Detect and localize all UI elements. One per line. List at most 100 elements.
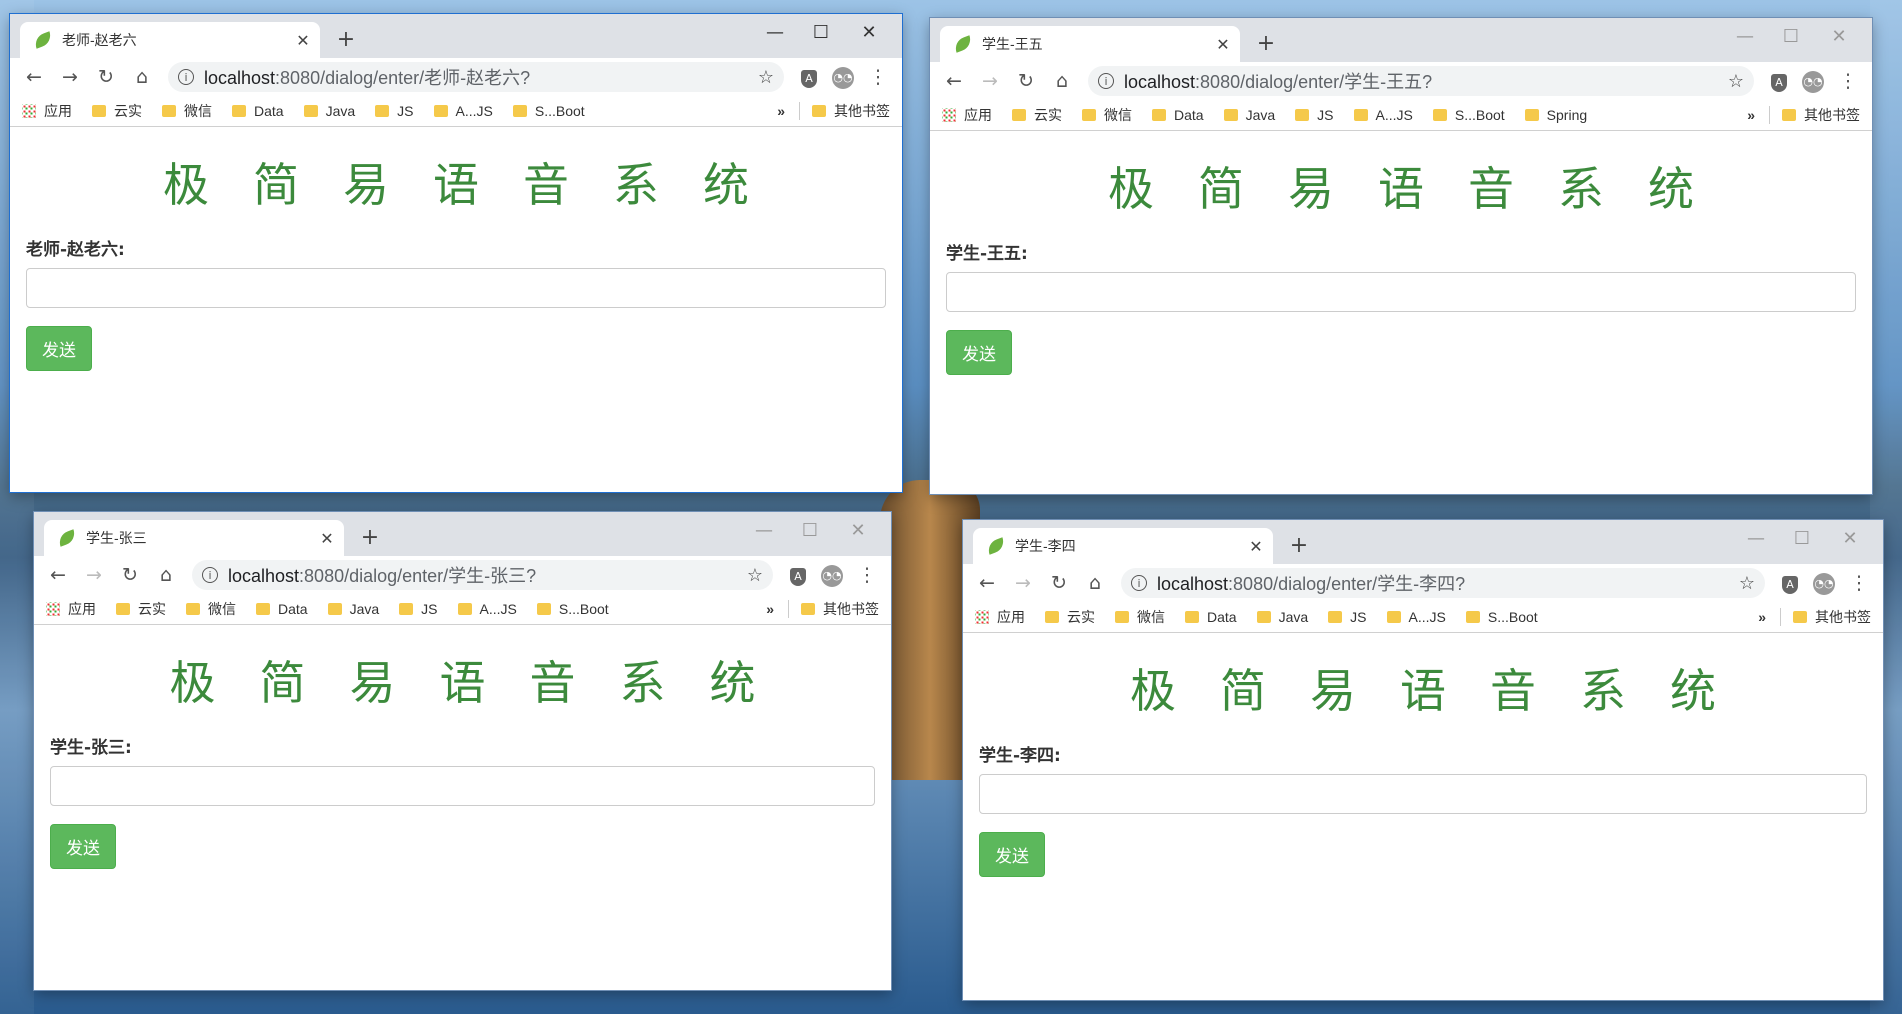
- bookmark-folder[interactable]: JS: [399, 599, 438, 619]
- bookmark-apps[interactable]: 应用: [975, 607, 1025, 627]
- close-window-button[interactable]: ✕: [835, 520, 881, 541]
- back-button[interactable]: ←: [969, 572, 1005, 594]
- message-input[interactable]: [979, 774, 1867, 814]
- bookmarks-more-icon[interactable]: »: [777, 103, 785, 119]
- reload-button[interactable]: ↻: [1041, 572, 1077, 594]
- bookmark-folder[interactable]: JS: [1328, 607, 1367, 627]
- bookmark-folder[interactable]: Data: [1152, 105, 1204, 125]
- address-bar[interactable]: i localhost:8080/dialog/enter/学生-王五? ☆: [1088, 66, 1754, 96]
- minimize-button[interactable]: —: [1733, 528, 1779, 549]
- menu-icon[interactable]: ⋮: [849, 564, 885, 586]
- forward-button[interactable]: →: [972, 70, 1008, 92]
- profile-avatar[interactable]: ◔◔: [1796, 70, 1830, 93]
- url-text[interactable]: localhost:8080/dialog/enter/学生-张三?: [228, 562, 747, 588]
- bookmark-folder[interactable]: S...Boot: [1432, 105, 1505, 125]
- bookmark-folder[interactable]: Java: [1223, 105, 1275, 125]
- bookmark-folder[interactable]: 微信: [186, 599, 236, 619]
- forward-button[interactable]: →: [76, 564, 112, 586]
- maximize-button[interactable]: ☐: [1768, 26, 1814, 47]
- reload-button[interactable]: ↻: [88, 66, 124, 88]
- bookmark-folder[interactable]: A...JS: [457, 599, 517, 619]
- new-tab-button[interactable]: +: [1285, 532, 1313, 560]
- close-window-button[interactable]: ✕: [1827, 528, 1873, 549]
- browser-tab[interactable]: 学生-李四 ✕: [973, 528, 1273, 564]
- bookmark-star-icon[interactable]: ☆: [747, 565, 763, 586]
- maximize-button[interactable]: ☐: [1779, 528, 1825, 549]
- maximize-button[interactable]: ☐: [798, 22, 844, 43]
- menu-icon[interactable]: ⋮: [1830, 70, 1866, 92]
- browser-tab[interactable]: 学生-张三 ✕: [44, 520, 344, 556]
- bookmark-apps[interactable]: 应用: [22, 101, 72, 121]
- bookmark-folder[interactable]: 云实: [1012, 105, 1062, 125]
- bookmark-apps[interactable]: 应用: [942, 105, 992, 125]
- back-button[interactable]: ←: [40, 564, 76, 586]
- new-tab-button[interactable]: +: [356, 524, 384, 552]
- browser-window-lisi[interactable]: 学生-李四 ✕ + — ☐ ✕ ← → ↻ ⌂ i localhost:8080…: [963, 520, 1883, 1000]
- close-window-button[interactable]: ✕: [846, 22, 892, 43]
- browser-window-wangwu[interactable]: 学生-王五 ✕ + — ☐ ✕ ← → ↻ ⌂ i localhost:8080…: [930, 18, 1872, 494]
- bookmark-other[interactable]: 其他书签: [812, 101, 890, 121]
- bookmark-folder[interactable]: JS: [375, 101, 414, 121]
- reload-button[interactable]: ↻: [112, 564, 148, 586]
- bookmark-folder[interactable]: Data: [232, 101, 284, 121]
- message-input[interactable]: [26, 268, 886, 308]
- new-tab-button[interactable]: +: [332, 26, 360, 54]
- minimize-button[interactable]: —: [752, 22, 798, 43]
- menu-icon[interactable]: ⋮: [1841, 572, 1877, 594]
- browser-tab[interactable]: 老师-赵老六 ✕: [20, 22, 320, 58]
- bookmarks-more-icon[interactable]: »: [766, 601, 774, 617]
- bookmark-folder[interactable]: 云实: [116, 599, 166, 619]
- address-bar[interactable]: i localhost:8080/dialog/enter/学生-李四? ☆: [1121, 568, 1765, 598]
- bookmark-folder[interactable]: 微信: [162, 101, 212, 121]
- bookmark-apps[interactable]: 应用: [46, 599, 96, 619]
- bookmark-folder[interactable]: 微信: [1082, 105, 1132, 125]
- forward-button[interactable]: →: [1005, 572, 1041, 594]
- message-input[interactable]: [50, 766, 875, 806]
- tab-close-icon[interactable]: ✕: [1212, 35, 1234, 54]
- bookmark-star-icon[interactable]: ☆: [1739, 573, 1755, 594]
- reload-button[interactable]: ↻: [1008, 70, 1044, 92]
- address-bar[interactable]: i localhost:8080/dialog/enter/学生-张三? ☆: [192, 560, 773, 590]
- bookmark-star-icon[interactable]: ☆: [1728, 71, 1744, 92]
- bookmark-folder[interactable]: A...JS: [433, 101, 493, 121]
- tab-close-icon[interactable]: ✕: [1245, 537, 1267, 556]
- bookmark-folder[interactable]: 云实: [1045, 607, 1095, 627]
- home-button[interactable]: ⌂: [1077, 572, 1113, 594]
- send-button[interactable]: 发送: [26, 326, 92, 371]
- bookmark-folder[interactable]: 云实: [92, 101, 142, 121]
- bookmark-folder[interactable]: Java: [1256, 607, 1308, 627]
- home-button[interactable]: ⌂: [1044, 70, 1080, 92]
- send-button[interactable]: 发送: [946, 330, 1012, 375]
- bookmark-folder[interactable]: Spring: [1524, 105, 1587, 125]
- url-text[interactable]: localhost:8080/dialog/enter/学生-李四?: [1157, 570, 1739, 596]
- extension-shield-icon[interactable]: A: [1762, 71, 1796, 92]
- extension-shield-icon[interactable]: A: [781, 565, 815, 586]
- new-tab-button[interactable]: +: [1252, 30, 1280, 58]
- home-button[interactable]: ⌂: [124, 66, 160, 88]
- extension-shield-icon[interactable]: A: [1773, 573, 1807, 594]
- browser-window-zhangsan[interactable]: 学生-张三 ✕ + — ☐ ✕ ← → ↻ ⌂ i localhost:8080…: [34, 512, 891, 990]
- bookmark-folder[interactable]: A...JS: [1386, 607, 1446, 627]
- bookmark-other[interactable]: 其他书签: [1793, 607, 1871, 627]
- url-text[interactable]: localhost:8080/dialog/enter/学生-王五?: [1124, 68, 1728, 94]
- message-input[interactable]: [946, 272, 1856, 312]
- info-icon[interactable]: i: [1131, 575, 1147, 591]
- bookmark-folder[interactable]: Java: [303, 101, 355, 121]
- info-icon[interactable]: i: [202, 567, 218, 583]
- address-bar[interactable]: i localhost:8080/dialog/enter/老师-赵老六? ☆: [168, 62, 784, 92]
- bookmark-folder[interactable]: Data: [256, 599, 308, 619]
- bookmarks-more-icon[interactable]: »: [1747, 107, 1755, 123]
- home-button[interactable]: ⌂: [148, 564, 184, 586]
- profile-avatar[interactable]: ◔◔: [1807, 572, 1841, 595]
- extension-shield-icon[interactable]: A: [792, 67, 826, 88]
- bookmarks-more-icon[interactable]: »: [1758, 609, 1766, 625]
- bookmark-folder[interactable]: 微信: [1115, 607, 1165, 627]
- browser-tab[interactable]: 学生-王五 ✕: [940, 26, 1240, 62]
- bookmark-folder[interactable]: S...Boot: [1465, 607, 1538, 627]
- close-window-button[interactable]: ✕: [1816, 26, 1862, 47]
- back-button[interactable]: ←: [936, 70, 972, 92]
- url-text[interactable]: localhost:8080/dialog/enter/老师-赵老六?: [204, 64, 758, 90]
- bookmark-folder[interactable]: S...Boot: [512, 101, 585, 121]
- maximize-button[interactable]: ☐: [787, 520, 833, 541]
- minimize-button[interactable]: —: [1722, 26, 1768, 47]
